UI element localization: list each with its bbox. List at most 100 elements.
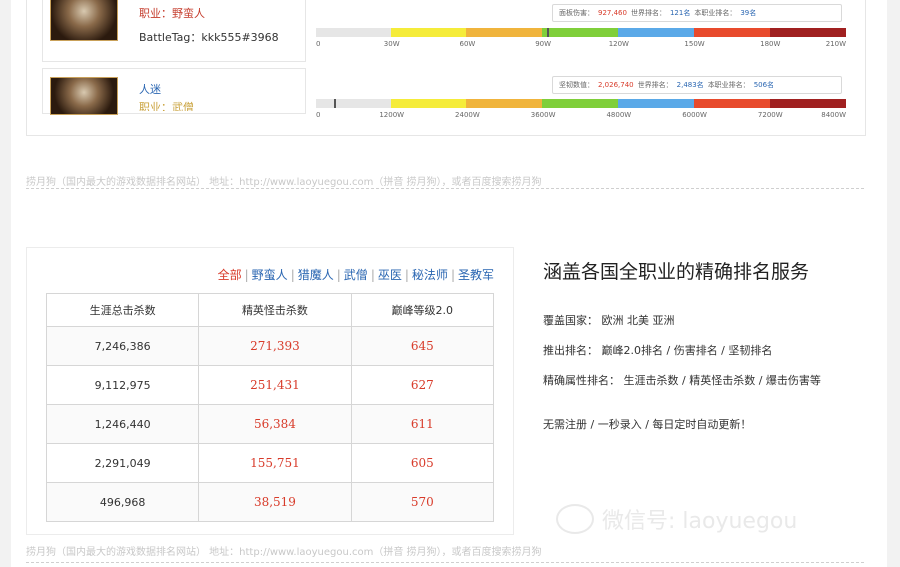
hero-name[interactable]: 人迷 <box>139 81 161 97</box>
bar-segment <box>770 28 846 37</box>
feature-countries: 覆盖国家： 欧洲 北美 亚洲 <box>543 314 675 327</box>
divider <box>26 562 864 563</box>
cell-elite-kills: 38,519 <box>198 482 352 522</box>
stat-label: 面板伤害： <box>559 9 594 17</box>
tick-label: 150W <box>684 40 705 48</box>
bar-segment <box>466 28 542 37</box>
hero-card-1[interactable]: 职业：野蛮人 BattleTag：kkk555#3968 <box>42 0 306 62</box>
stat-value: 121名 <box>669 9 691 17</box>
filter-tab[interactable]: 野蛮人 <box>249 268 291 282</box>
filter-tab[interactable]: 秘法师 <box>409 268 451 282</box>
hero-avatar <box>50 77 118 115</box>
bar-segment <box>316 28 391 37</box>
cell-paragon-level: 570 <box>350 482 495 522</box>
stat-value: 2,026,740 <box>598 81 634 89</box>
filter-tab[interactable]: 圣教军 <box>455 268 497 282</box>
damage-bar <box>316 28 846 37</box>
tick-label: 60W <box>459 40 476 48</box>
table-row[interactable]: 496,968 38,519 570 <box>45 482 495 522</box>
cell-career-kills: 9,112,975 <box>45 365 200 405</box>
tick-label: 3600W <box>530 111 556 119</box>
cell-paragon-level: 611 <box>350 404 495 444</box>
tick-label: 2400W <box>455 111 480 119</box>
col-career-kills[interactable]: 生涯总击杀数 <box>45 293 200 327</box>
stat-value: 39名 <box>740 9 757 17</box>
tick-label: 90W <box>535 40 552 48</box>
feature-title: 涵盖各国全职业的精确排名服务 <box>543 261 810 283</box>
cell-elite-kills: 271,393 <box>198 326 352 366</box>
stat-label: 坚韧数值： <box>559 81 594 89</box>
tick-label: 0 <box>316 111 321 119</box>
cell-paragon-level: 627 <box>350 365 495 405</box>
stat-label: 本职业排名： <box>694 9 737 17</box>
hero2-stats: 坚韧数值： 2,026,740 世界排名： 2,483名 本职业排名： 506名 <box>552 76 842 94</box>
cell-paragon-level: 605 <box>350 443 495 483</box>
bar-segment <box>391 28 466 37</box>
damage-marker <box>547 28 549 37</box>
cell-elite-kills: 56,384 <box>198 404 352 444</box>
col-paragon-level[interactable]: 巅峰等级2.0 <box>350 293 495 327</box>
stat-label: 世界排名： <box>637 81 673 89</box>
bar-segment <box>391 99 466 108</box>
hero-class: 职业：武僧 <box>139 101 194 111</box>
bar-segment <box>466 99 542 108</box>
table-row[interactable]: 2,291,049 155,751 605 <box>45 443 495 483</box>
bar-segment <box>542 28 618 37</box>
bar-segment <box>316 99 391 108</box>
col-elite-kills[interactable]: 精英怪击杀数 <box>198 293 352 327</box>
tick-label: 120W <box>608 40 629 48</box>
bar-segment <box>770 99 846 108</box>
cell-elite-kills: 251,431 <box>198 365 352 405</box>
wechat-watermark: 微信号: laoyuegou <box>556 503 797 535</box>
site-footer: 捞月狗（国内最大的游戏数据排名网站） 地址：http://www.laoyueg… <box>26 177 542 188</box>
cell-career-kills: 496,968 <box>45 482 200 522</box>
divider <box>26 188 864 189</box>
bar-segment <box>694 28 770 37</box>
leaderboard-table: 生涯总击杀数 精英怪击杀数 巅峰等级2.0 7,246,386 271,393 … <box>45 293 495 522</box>
stat-value: 2,483名 <box>676 81 704 89</box>
tick-label: 7200W <box>757 111 783 119</box>
tick-label: 180W <box>760 40 781 48</box>
table-header-row: 生涯总击杀数 精英怪击杀数 巅峰等级2.0 <box>45 293 495 327</box>
class-filter-tabs: 全部 | 野蛮人 | 猎魔人 | 武僧 | 巫医 | 秘法师 | 圣教军 <box>215 266 497 283</box>
table-row[interactable]: 1,246,440 56,384 611 <box>45 404 495 444</box>
hero-class: 职业：野蛮人 <box>139 7 205 20</box>
bar-segment <box>618 99 694 108</box>
cell-career-kills: 2,291,049 <box>45 443 200 483</box>
bar-segment <box>618 28 694 37</box>
tick-label: 210W <box>825 40 846 48</box>
hero-card-2[interactable]: 人迷 职业：武僧 <box>42 68 306 115</box>
filter-tab[interactable]: 武僧 <box>341 268 371 282</box>
cell-elite-kills: 155,751 <box>198 443 352 483</box>
leaderboard-panel: 全部 | 野蛮人 | 猎魔人 | 武僧 | 巫医 | 秘法师 | 圣教军 生涯总击杀数 精英怪击杀数 巅… <box>26 247 514 535</box>
cell-paragon-level: 645 <box>350 326 495 366</box>
cell-career-kills: 7,246,386 <box>45 326 200 366</box>
hero-avatar <box>50 0 118 41</box>
bar-segment <box>542 99 618 108</box>
stat-value: 927,460 <box>598 9 627 17</box>
wechat-icon <box>556 504 594 534</box>
table-row[interactable]: 9,112,975 251,431 627 <box>45 365 495 405</box>
filter-tab[interactable]: 全部 <box>215 268 245 282</box>
cell-career-kills: 1,246,440 <box>45 404 200 444</box>
toughness-marker <box>334 99 336 108</box>
tick-label: 4800W <box>606 111 632 119</box>
tick-label: 8400W <box>821 111 846 119</box>
stat-label: 本职业排名： <box>707 81 750 89</box>
hero1-stats: 面板伤害： 927,460 世界排名： 121名 本职业排名： 39名 <box>552 4 842 22</box>
tick-label: 6000W <box>682 111 707 119</box>
bar-segment <box>694 99 770 108</box>
feature-auto-update: 无需注册 / 一秒录入 / 每日定时自动更新！ <box>543 418 752 431</box>
filter-tab[interactable]: 猎魔人 <box>295 268 337 282</box>
tick-label: 30W <box>383 40 400 48</box>
toughness-bar <box>316 99 846 108</box>
wechat-id: 微信号: laoyuegou <box>602 509 798 534</box>
site-footer: 捞月狗（国内最大的游戏数据排名网站） 地址：http://www.laoyueg… <box>26 547 542 558</box>
feature-attributes: 精确属性排名： 生涯击杀数 / 精英怪击杀数 / 爆击伤害等 <box>543 374 821 387</box>
tick-label: 0 <box>316 40 321 48</box>
table-row[interactable]: 7,246,386 271,393 645 <box>45 326 495 366</box>
stat-label: 世界排名： <box>630 9 666 17</box>
tick-label: 1200W <box>379 111 405 119</box>
battletag: BattleTag：kkk555#3968 <box>139 31 279 44</box>
filter-tab[interactable]: 巫医 <box>375 268 405 282</box>
